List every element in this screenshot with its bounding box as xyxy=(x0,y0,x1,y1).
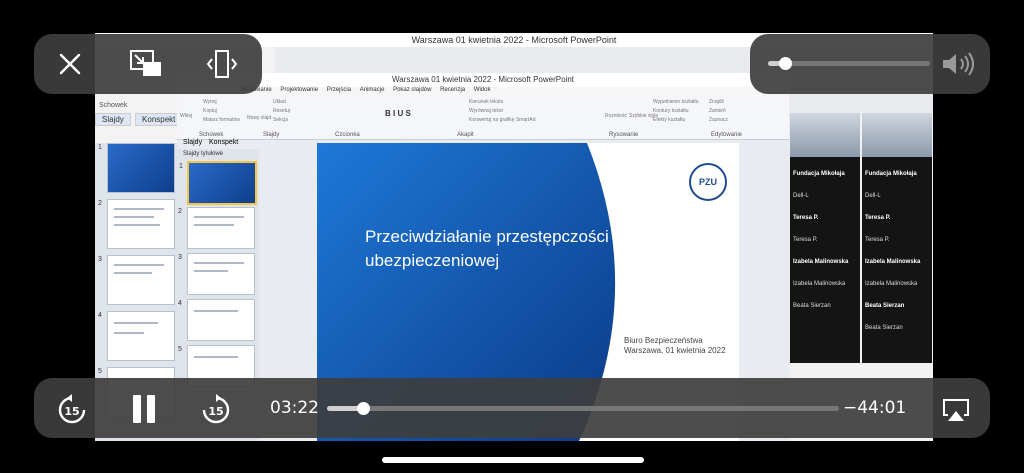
participant-name: Fundacja Mikołaja xyxy=(865,171,917,177)
participant-video xyxy=(790,113,860,157)
participant-name: Izabela Malinowska xyxy=(793,259,849,265)
home-indicator[interactable] xyxy=(382,457,644,463)
slides-section-header: Slajdy tytułowe xyxy=(183,151,224,157)
speaker-icon[interactable] xyxy=(938,50,978,78)
top-left-controls xyxy=(34,34,262,94)
participants-column-right: Fundacja Mikołaja Dell-L Teresa P. Teresa P… xyxy=(862,113,932,363)
participant-name: Dell-L xyxy=(793,193,809,199)
participant-name: Beata Sierzan xyxy=(865,303,905,309)
find-button[interactable]: Znajdź xyxy=(709,99,724,105)
format-painter-button[interactable]: Malarz formatów xyxy=(203,117,240,123)
skip-forward-15-icon[interactable]: 15 xyxy=(196,390,236,430)
inner-panel-tabs: Slajdy Konspekt xyxy=(177,139,259,149)
participant-name: Dell-L xyxy=(865,193,881,199)
section-button[interactable]: Sekcja xyxy=(273,117,288,123)
replace-button[interactable]: Zamień xyxy=(709,108,726,114)
ribbon-group-label: Edytowanie xyxy=(711,132,743,138)
menu-item[interactable]: Recenzja xyxy=(440,87,465,93)
pause-icon[interactable] xyxy=(124,388,164,430)
menu-item[interactable]: Pokaz slajdów xyxy=(393,87,431,93)
outer-thumb-3[interactable]: 3 xyxy=(98,255,175,305)
skip-back-15-icon[interactable]: 15 xyxy=(52,390,92,430)
participant-name: Beata Sierzan xyxy=(793,303,831,309)
bold-italic-underline-icons[interactable]: B I U S xyxy=(385,109,411,118)
cut-button[interactable]: Wytnij xyxy=(203,99,217,105)
participant-name: Izabela Malinowska xyxy=(793,281,846,287)
participant-name: Fundacja Mikołaja xyxy=(793,171,845,177)
reset-button[interactable]: Resetuj xyxy=(273,108,290,114)
participant-name: Teresa P. xyxy=(793,237,818,243)
close-icon[interactable] xyxy=(52,46,88,82)
ribbon-group-label: Slajdy xyxy=(263,132,280,138)
menu-item[interactable]: Projektowanie xyxy=(280,87,318,93)
aspect-fit-icon[interactable] xyxy=(204,46,240,82)
outer-thumb-1[interactable]: 1 xyxy=(98,143,175,193)
ribbon-group-label: Rysowanie xyxy=(609,132,639,138)
paste-button[interactable]: Wklej xyxy=(180,113,192,119)
airplay-icon[interactable] xyxy=(938,392,974,428)
copy-button[interactable]: Kopiuj xyxy=(203,108,217,114)
slide-date: Warszawa, 01 kwietnia 2022 xyxy=(624,346,726,355)
svg-text:15: 15 xyxy=(208,405,223,418)
inner-thumb-3[interactable]: 3 xyxy=(178,253,255,295)
inner-thumb-1[interactable]: 1 xyxy=(179,161,257,205)
arrange-button[interactable]: Rozmieść xyxy=(605,113,627,119)
volume-slider[interactable] xyxy=(768,57,930,70)
smartart-button[interactable]: Konwertuj na grafikę SmartArt xyxy=(469,117,536,123)
text-direction-button[interactable]: Kierunek tekstu xyxy=(469,99,503,105)
menu-item[interactable]: Przejścia xyxy=(327,87,351,93)
inner-ribbon: Wklej Wytnij Kopiuj Malarz formatów Nowy… xyxy=(177,97,789,140)
shape-effects-button[interactable]: Efekty kształtu xyxy=(653,117,685,123)
inner-tab-slides[interactable]: Slajdy xyxy=(183,139,202,146)
participant-name: Teresa P. xyxy=(865,215,891,221)
inner-window-title: Warszawa 01 kwietnia 2022 - Microsoft Po… xyxy=(177,73,789,87)
outer-ribbon-label: Schowek xyxy=(99,102,128,109)
inner-thumb-4[interactable]: 4 xyxy=(178,299,255,341)
slide-department: Biuro Bezpieczeństwa xyxy=(624,336,703,345)
inner-thumb-2[interactable]: 2 xyxy=(178,207,255,249)
ribbon-group-label: Schowek xyxy=(199,132,224,138)
menu-item[interactable]: Widok xyxy=(474,87,491,93)
ribbon-group-label: Czcionka xyxy=(335,132,360,138)
participants-column-left: Fundacja Mikołaja Dell-L Teresa P. Teresa P… xyxy=(790,113,860,363)
participant-video xyxy=(862,113,932,157)
volume-knob[interactable] xyxy=(778,57,792,70)
ribbon-group-label: Akapit xyxy=(457,132,474,138)
svg-text:15: 15 xyxy=(64,405,79,418)
participant-name: Teresa P. xyxy=(865,237,890,243)
outer-thumb-2[interactable]: 2 xyxy=(98,199,175,249)
participant-name: Beata Sierzan xyxy=(865,325,903,331)
align-text-button[interactable]: Wyrównaj tekst xyxy=(469,108,503,114)
outer-tab-slides[interactable]: Slajdy xyxy=(95,113,131,126)
participant-name: Izabela Malinowska xyxy=(865,281,918,287)
outer-tab-outline[interactable]: Konspekt xyxy=(135,113,183,126)
inner-menu-bar: Wstawianie Projektowanie Przejścia Anima… xyxy=(177,87,789,97)
pzu-logo: PZU xyxy=(689,163,727,201)
elapsed-time: 03:22 xyxy=(270,398,319,418)
select-button[interactable]: Zaznacz xyxy=(709,117,728,123)
shape-fill-button[interactable]: Wypełnienie kształtu xyxy=(653,99,699,105)
menu-item[interactable]: Animacje xyxy=(360,87,385,93)
picture-in-picture-icon[interactable] xyxy=(128,46,164,82)
participant-name: Izabela Malinowska xyxy=(865,259,921,265)
new-slide-button[interactable]: Nowy slajd xyxy=(247,115,271,121)
progress-scrubber[interactable] xyxy=(327,402,839,415)
remaining-time: −44:01 xyxy=(843,398,907,418)
participant-name: Teresa P. xyxy=(793,215,819,221)
shape-outline-button[interactable]: Kontury kształtu xyxy=(653,108,689,114)
outer-thumb-4[interactable]: 4 xyxy=(98,311,175,361)
layout-button[interactable]: Układ xyxy=(273,99,286,105)
slide-title: Przeciwdziałanie przestępczości ubezpiec… xyxy=(365,227,609,270)
inner-tab-outline[interactable]: Konspekt xyxy=(209,139,238,146)
